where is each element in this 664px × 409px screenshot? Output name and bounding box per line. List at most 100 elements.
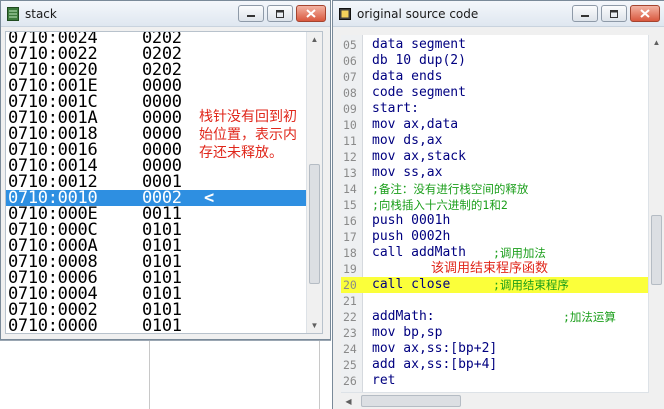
stack-address: 0710:0000	[8, 316, 98, 334]
code-text: data ends	[372, 69, 443, 84]
line-number: 23	[343, 326, 357, 340]
stack-titlebar[interactable]: stack	[1, 1, 330, 27]
source-annotation: 该调用结束程序函数	[431, 261, 549, 276]
scroll-thumb[interactable]	[361, 395, 461, 407]
code-line[interactable]: 08 code segment	[341, 85, 664, 101]
lower-panel	[0, 340, 331, 409]
code-comment: ;向栈插入十六进制的1和2	[372, 198, 508, 212]
close-button[interactable]	[296, 5, 326, 22]
line-number: 20	[343, 278, 357, 292]
code-text: mov ax,ss:[bp+2]	[372, 341, 498, 356]
code-text: db 10 dup(2)	[372, 53, 466, 68]
code-line[interactable]: 09 start:	[341, 101, 664, 117]
code-text: addMath:	[372, 309, 435, 324]
code-text: add ax,ss:[bp+4]	[372, 357, 498, 372]
code-text: call close	[372, 277, 451, 292]
source-vertical-scrollbar[interactable]: ▲	[648, 35, 664, 393]
code-comment: ;加法运算	[563, 310, 616, 324]
line-number: 11	[343, 134, 357, 148]
code-text: mov ds,ax	[372, 133, 443, 148]
line-number: 21	[343, 294, 357, 308]
line-number: 09	[343, 102, 357, 116]
close-icon	[640, 9, 650, 18]
maximize-button[interactable]	[267, 5, 293, 22]
stack-window-icon	[7, 6, 19, 21]
code-text: code segment	[372, 85, 466, 100]
code-text: call addMath	[372, 245, 466, 260]
line-number: 07	[343, 70, 357, 84]
maximize-icon	[276, 9, 284, 18]
line-number: 17	[343, 230, 357, 244]
stack-memory-view[interactable]: 0710:0024 0202 0710:0022 0202 0710:0020 0202 0…	[5, 31, 323, 334]
scroll-up-arrow-icon[interactable]: ▲	[649, 35, 664, 50]
code-line[interactable]: 11 mov ds,ax	[341, 133, 664, 149]
source-titlebar[interactable]: original source code	[333, 1, 664, 27]
close-icon	[306, 9, 316, 18]
code-line[interactable]: 16 push 0001h	[341, 213, 664, 229]
code-text: mov ss,ax	[372, 165, 443, 180]
code-text: mov bp,sp	[372, 325, 443, 340]
code-text: push 0002h	[372, 229, 451, 244]
minimize-button[interactable]	[572, 5, 598, 22]
minimize-icon	[247, 14, 255, 17]
divider	[149, 341, 150, 409]
code-line[interactable]: 05 data segment	[341, 37, 664, 53]
code-text: ret	[372, 373, 396, 388]
stack-pointer-marker: <	[204, 188, 214, 208]
code-comment: ;备注：没有进行栈空间的释放	[372, 182, 529, 196]
close-button[interactable]	[630, 5, 660, 22]
code-line[interactable]: 06 db 10 dup(2)	[341, 53, 664, 69]
code-text: push 0001h	[372, 213, 451, 228]
source-code-view[interactable]: 05 data segment 06 db 10 dup(2) 07 data ends 0…	[341, 35, 664, 393]
stack-window-title: stack	[25, 6, 57, 21]
line-number: 22	[343, 310, 357, 324]
scroll-thumb[interactable]	[651, 215, 662, 285]
line-number: 08	[343, 86, 357, 100]
line-number: 14	[343, 182, 357, 196]
scroll-left-arrow-icon[interactable]: ◀	[341, 394, 356, 409]
code-line[interactable]: 26 ret	[341, 373, 664, 389]
code-line[interactable]: 13 mov ss,ax	[341, 165, 664, 181]
scroll-down-arrow-icon[interactable]: ▼	[307, 318, 322, 333]
code-line[interactable]: 15 ;向栈插入十六进制的1和2	[341, 197, 664, 213]
stack-window[interactable]: stack 0710:0024 0202 0710:0022 0202 0710:002…	[0, 0, 331, 340]
line-number: 19	[343, 262, 357, 276]
maximize-button[interactable]	[601, 5, 627, 22]
line-number: 12	[343, 150, 357, 164]
code-line[interactable]: 10 mov ax,data	[341, 117, 664, 133]
code-text: data segment	[372, 37, 466, 52]
line-number: 10	[343, 118, 357, 132]
source-window[interactable]: original source code 05 data segment 06 db …	[332, 0, 664, 409]
stack-row[interactable]: 0710:0000 0101	[6, 318, 306, 334]
code-comment: ;调用加法	[493, 246, 546, 260]
code-text: mov ax,data	[372, 117, 459, 132]
source-window-title: original source code	[357, 6, 479, 21]
code-text: mov ax,stack	[372, 149, 466, 164]
line-number: 06	[343, 54, 357, 68]
line-number: 26	[343, 374, 357, 388]
line-number: 16	[343, 214, 357, 228]
source-window-icon	[339, 7, 351, 20]
code-line[interactable]: 17 push 0002h	[341, 229, 664, 245]
maximize-icon	[610, 9, 618, 18]
stack-scrollbar[interactable]: ▲ ▼	[306, 32, 322, 333]
code-line[interactable]: 18 call addMath ;调用加法	[341, 245, 664, 261]
source-horizontal-scrollbar[interactable]: ◀	[341, 392, 648, 409]
code-text: start:	[372, 101, 419, 116]
code-line[interactable]: 12 mov ax,stack	[341, 149, 664, 165]
scroll-up-arrow-icon[interactable]: ▲	[307, 32, 322, 47]
line-number: 18	[343, 246, 357, 260]
code-line-highlighted[interactable]: 20 call close ;调用结束程序	[341, 277, 664, 293]
code-line[interactable]: 25 add ax,ss:[bp+4]	[341, 357, 664, 373]
code-line[interactable]: 07 data ends	[341, 69, 664, 85]
scroll-thumb[interactable]	[309, 164, 320, 284]
code-line[interactable]: 22 addMath: ;加法运算	[341, 309, 664, 325]
line-number: 25	[343, 358, 357, 372]
code-comment: ;调用结束程序	[493, 278, 569, 292]
code-line[interactable]: 21	[341, 293, 664, 309]
code-line[interactable]: 24 mov ax,ss:[bp+2]	[341, 341, 664, 357]
code-line[interactable]: 14 ;备注：没有进行栈空间的释放	[341, 181, 664, 197]
code-line[interactable]: 23 mov bp,sp	[341, 325, 664, 341]
minimize-button[interactable]	[238, 5, 264, 22]
line-number: 05	[343, 38, 357, 52]
